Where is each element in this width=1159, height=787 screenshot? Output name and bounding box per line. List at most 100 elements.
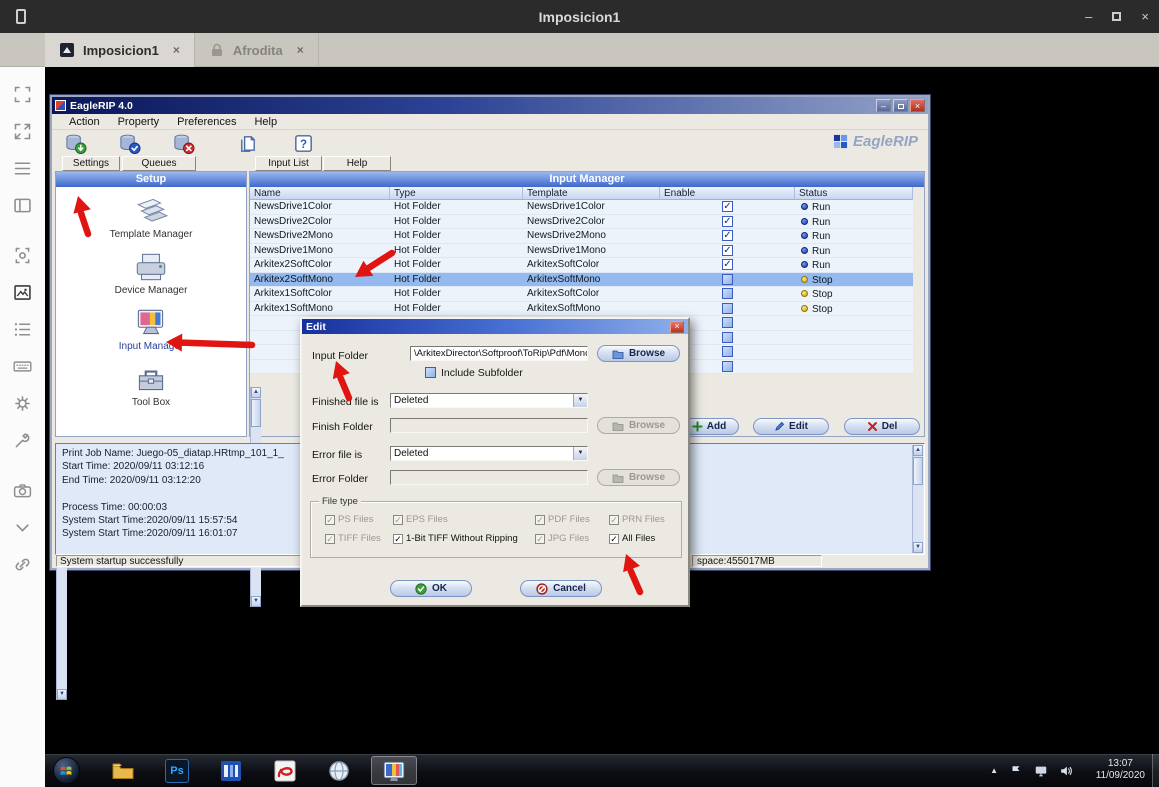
fullscreen-icon[interactable]	[10, 120, 36, 143]
filetype-1-bit-tiff-without-ripping[interactable]: ✓1-Bit TIFF Without Ripping	[393, 533, 518, 544]
include-subfolder-checkbox[interactable]	[425, 367, 436, 378]
session-tab-afrodita[interactable]: Afrodita×	[195, 33, 319, 67]
tray-expand-icon[interactable]: ▲	[990, 766, 998, 775]
enable-checkbox[interactable]	[722, 332, 733, 343]
menu-property[interactable]: Property	[109, 116, 169, 128]
minimize-icon[interactable]: –	[876, 99, 891, 112]
imposition-app-icon[interactable]	[216, 758, 246, 784]
column-header-enable[interactable]: Enable	[660, 187, 795, 199]
list-icon[interactable]	[10, 318, 36, 341]
screenshot-region-icon[interactable]	[10, 83, 36, 106]
input-row[interactable]: NewsDrive2MonoHot FolderNewsDrive2Mono✓R…	[250, 229, 913, 244]
help-icon[interactable]	[288, 131, 318, 155]
file-explorer-icon[interactable]	[108, 758, 138, 784]
enable-checkbox[interactable]: ✓	[722, 245, 733, 256]
tab-settings[interactable]: Settings	[62, 156, 120, 171]
filetype-ps-files[interactable]: ✓PS Files	[325, 514, 373, 525]
enable-checkbox[interactable]	[722, 361, 733, 372]
filetype-tiff-files[interactable]: ✓TIFF Files	[325, 533, 381, 544]
minimize-icon[interactable]: –	[1085, 9, 1092, 24]
setup-item-input-manager[interactable]: Input Manager	[86, 307, 216, 352]
scroll-down-icon[interactable]: ▼	[913, 542, 923, 553]
enable-checkbox[interactable]: ✓	[722, 201, 733, 212]
taskbar-clock[interactable]: 13:07 11/09/2020	[1096, 758, 1145, 782]
setup-item-template-manager[interactable]: Template Manager	[86, 195, 216, 240]
restore-icon[interactable]	[1112, 12, 1121, 21]
filetype-all-files[interactable]: ✓All Files	[609, 533, 655, 544]
menu-action[interactable]: Action	[60, 116, 109, 128]
input-row[interactable]: NewsDrive1MonoHot FolderNewsDrive1Mono✓R…	[250, 244, 913, 259]
chevron-down-icon[interactable]: ▼	[573, 447, 587, 460]
input-row[interactable]: NewsDrive2ColorHot FolderNewsDrive2Color…	[250, 215, 913, 230]
column-header-status[interactable]: Status	[795, 187, 913, 199]
setup-item-device-manager[interactable]: Device Manager	[86, 251, 216, 296]
menu-preferences[interactable]: Preferences	[168, 116, 245, 128]
camera-icon[interactable]	[10, 479, 36, 502]
delete-job-icon[interactable]	[168, 131, 198, 155]
menu-help[interactable]: Help	[245, 116, 286, 128]
volume-icon[interactable]	[1059, 764, 1073, 778]
input-row[interactable]: Arkitex1SoftMonoHot FolderArkitexSoftMon…	[250, 302, 913, 317]
setup-item-tool-box[interactable]: Tool Box	[86, 363, 216, 408]
cancel-button[interactable]: Cancel	[520, 580, 602, 597]
input-row[interactable]: Arkitex2SoftColorHot FolderArkitexSoftCo…	[250, 258, 913, 273]
column-header-name[interactable]: Name	[250, 187, 390, 199]
input-row[interactable]: Arkitex1SoftColorHot FolderArkitexSoftCo…	[250, 287, 913, 302]
enable-checkbox[interactable]: ✓	[722, 230, 733, 241]
input-folder-field[interactable]: \ArkitexDirector\Softproof\ToRip\Pdf\Mon…	[410, 346, 588, 361]
tab-close-icon[interactable]: ×	[297, 43, 304, 57]
scroll-down-icon[interactable]: ▼	[57, 689, 67, 700]
panel-layout-icon[interactable]	[10, 194, 36, 217]
keyboard-icon[interactable]	[10, 355, 36, 378]
ok-button[interactable]: OK	[390, 580, 472, 597]
close-icon[interactable]: ×	[670, 321, 684, 333]
tab-close-icon[interactable]: ×	[173, 43, 180, 57]
input-row[interactable]: Arkitex2SoftMonoHot FolderArkitexSoftMon…	[250, 273, 913, 288]
active-task-eaglerip[interactable]	[371, 756, 417, 785]
scroll-down-icon[interactable]: ▼	[251, 596, 261, 607]
enable-checkbox[interactable]: ✓	[722, 259, 733, 270]
edit-button[interactable]: Edit	[753, 418, 829, 435]
start-button[interactable]	[53, 757, 80, 784]
filetype-pdf-files[interactable]: ✓PDF Files	[535, 514, 590, 525]
maximize-icon[interactable]	[893, 99, 908, 112]
capture-icon[interactable]	[10, 244, 36, 267]
eaglerip-titlebar[interactable]: EagleRIP 4.0 – ×	[52, 97, 928, 114]
session-tab-imposicion1[interactable]: Imposicion1×	[45, 33, 195, 67]
copy-document-icon[interactable]	[232, 131, 262, 155]
scroll-up-icon[interactable]: ▲	[251, 387, 261, 398]
tab-queues[interactable]: Queues	[122, 156, 196, 171]
column-header-type[interactable]: Type	[390, 187, 523, 199]
scroll-up-icon[interactable]: ▲	[913, 445, 923, 456]
enable-checkbox[interactable]	[722, 288, 733, 299]
close-icon[interactable]: ×	[1141, 9, 1149, 24]
finished-file-dropdown[interactable]: Deleted ▼	[390, 393, 588, 408]
browse-input-folder-button[interactable]: Browse	[597, 345, 680, 362]
show-desktop-button[interactable]	[1152, 754, 1159, 787]
network-display-icon[interactable]	[1034, 764, 1048, 778]
enable-checkbox[interactable]: ✓	[722, 216, 733, 227]
pdf-reader-icon[interactable]	[270, 758, 300, 784]
error-file-dropdown[interactable]: Deleted ▼	[390, 446, 588, 461]
wrench-tool-icon[interactable]	[10, 429, 36, 452]
filetype-prn-files[interactable]: ✓PRN Files	[609, 514, 665, 525]
enable-checkbox[interactable]	[722, 346, 733, 357]
enable-checkbox[interactable]	[722, 303, 733, 314]
enable-checkbox[interactable]	[722, 274, 733, 285]
filetype-jpg-files[interactable]: ✓JPG Files	[535, 533, 589, 544]
close-icon[interactable]: ×	[910, 99, 925, 112]
log-scrollbar[interactable]: ▲ ▼	[912, 445, 923, 553]
photoshop-icon[interactable]: Ps	[162, 758, 192, 784]
image-viewer-icon[interactable]	[10, 281, 36, 304]
chevron-down-icon[interactable]: ▼	[573, 394, 587, 407]
dialog-titlebar[interactable]: Edit ×	[302, 319, 688, 334]
tab-input-list[interactable]: Input List	[255, 156, 322, 171]
column-header-template[interactable]: Template	[523, 187, 660, 199]
enable-checkbox[interactable]	[722, 317, 733, 328]
tab-help[interactable]: Help	[323, 156, 391, 171]
settings-gear-icon[interactable]	[10, 392, 36, 415]
filetype-eps-files[interactable]: ✓EPS Files	[393, 514, 448, 525]
link-icon[interactable]	[10, 553, 36, 576]
browser-globe-icon[interactable]	[324, 758, 354, 784]
input-row[interactable]: NewsDrive1ColorHot FolderNewsDrive1Color…	[250, 200, 913, 215]
